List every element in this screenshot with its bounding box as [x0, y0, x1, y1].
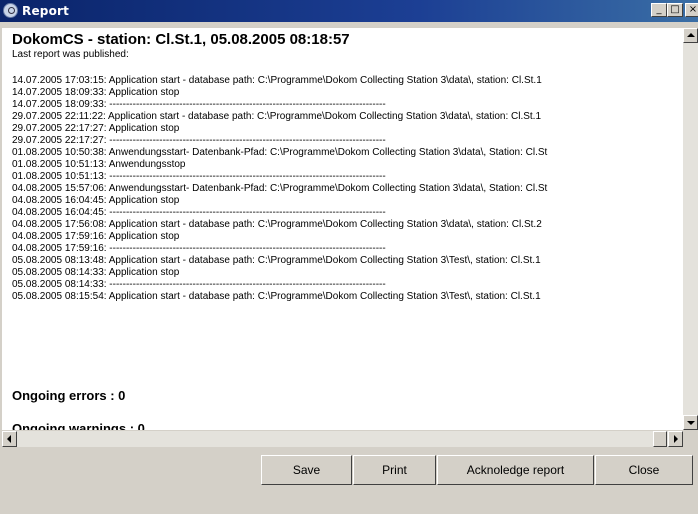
log-line: 29.07.2005 22:17:27: -------------------…: [12, 135, 386, 146]
window-title: Report: [22, 4, 70, 18]
scroll-thumb[interactable]: [653, 431, 667, 447]
report-heading: DokomCS - station: Cl.St.1, 05.08.2005 0…: [12, 31, 350, 48]
log-line: 05.08.2005 08:15:54: Application start -…: [12, 291, 541, 302]
log-line: 04.08.2005 17:59:16: -------------------…: [12, 243, 386, 254]
log-line: 29.07.2005 22:17:27: Application stop: [12, 123, 180, 134]
log-line: 04.08.2005 15:57:06: Anwendungsstart- Da…: [12, 183, 548, 194]
title-bar[interactable]: Report _ □ ×: [0, 0, 698, 22]
log-line: 04.08.2005 16:04:45: -------------------…: [12, 207, 386, 218]
log-line: 29.07.2005 22:11:22: Application start -…: [12, 111, 542, 122]
save-button[interactable]: Save: [261, 455, 352, 485]
print-button[interactable]: Print: [353, 455, 436, 485]
report-subtitle: Last report was published:: [12, 49, 129, 60]
horizontal-scrollbar[interactable]: [2, 431, 683, 447]
vertical-scrollbar[interactable]: [683, 28, 698, 430]
report-content: DokomCS - station: Cl.St.1, 05.08.2005 0…: [2, 28, 683, 430]
log-line: 04.08.2005 17:56:08: Application start -…: [12, 219, 542, 230]
log-line: 04.08.2005 16:04:45: Application stop: [12, 195, 180, 206]
report-app-icon: [3, 3, 18, 18]
log-line: 14.07.2005 17:03:15: Application start -…: [12, 75, 542, 86]
ongoing-errors: Ongoing errors : 0: [12, 388, 126, 403]
left-arrow-icon: [7, 435, 11, 443]
acknowledge-report-button[interactable]: Acknoledge report: [437, 455, 594, 485]
scroll-left-button[interactable]: [2, 431, 17, 447]
log-line: 14.07.2005 18:09:33: Application stop: [12, 87, 180, 98]
log-line: 01.08.2005 10:51:13: -------------------…: [12, 171, 386, 182]
log-line: 14.07.2005 18:09:33: -------------------…: [12, 99, 386, 110]
close-button[interactable]: Close: [595, 455, 693, 485]
down-arrow-icon: [687, 421, 695, 425]
log-line: 04.08.2005 17:59:16: Application stop: [12, 231, 180, 242]
log-line: 01.08.2005 10:50:38: Anwendungsstart- Da…: [12, 147, 548, 158]
scroll-up-button[interactable]: [683, 28, 698, 43]
log-line: 05.08.2005 08:14:33: -------------------…: [12, 279, 386, 290]
close-window-button[interactable]: ×: [685, 3, 698, 17]
right-arrow-icon: [674, 435, 678, 443]
scroll-corner: [683, 431, 698, 447]
scroll-down-button[interactable]: [683, 415, 698, 430]
up-arrow-icon: [687, 33, 695, 37]
scroll-right-button[interactable]: [668, 431, 683, 447]
maximize-button[interactable]: □: [667, 3, 683, 17]
report-log: 14.07.2005 17:03:15: Application start -…: [12, 75, 547, 303]
log-line: 05.08.2005 08:13:48: Application start -…: [12, 255, 541, 266]
log-line: 05.08.2005 08:14:33: Application stop: [12, 267, 180, 278]
ongoing-warnings: Ongoing warnings : 0: [12, 421, 145, 430]
log-line: 01.08.2005 10:51:13: Anwendungsstop: [12, 159, 186, 170]
minimize-button[interactable]: _: [651, 3, 667, 17]
